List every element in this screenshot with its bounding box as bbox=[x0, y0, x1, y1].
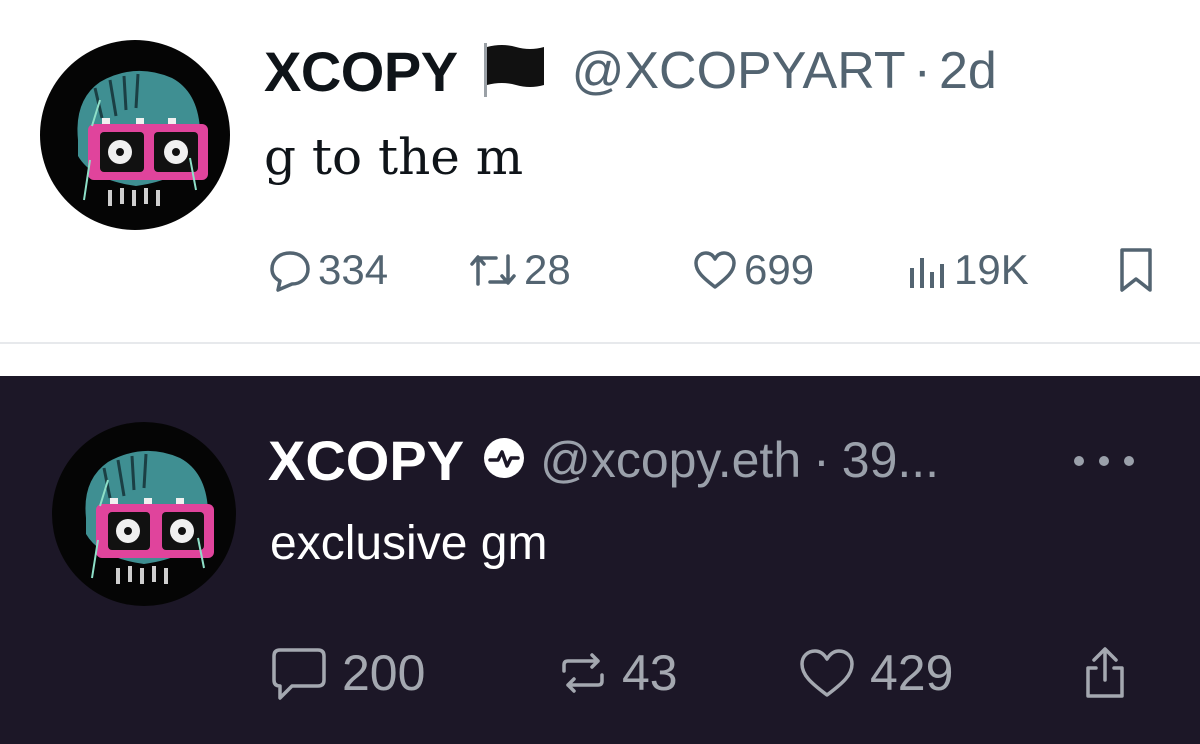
reply-icon bbox=[268, 248, 312, 292]
like-count: 699 bbox=[744, 246, 815, 293]
handle[interactable]: @XCOPYART bbox=[572, 41, 906, 101]
like-button[interactable]: 429 bbox=[798, 638, 953, 708]
reply-icon bbox=[270, 644, 328, 702]
timestamp[interactable]: 2d bbox=[939, 41, 997, 101]
timestamp[interactable]: 39... bbox=[842, 431, 939, 489]
repost-count: 43 bbox=[622, 645, 678, 701]
repost-button[interactable]: 28 bbox=[468, 240, 571, 300]
heart-icon bbox=[798, 647, 856, 699]
verified-pulse-badge-icon bbox=[482, 436, 526, 485]
views-count: 19K bbox=[954, 246, 1029, 293]
bookmark-button[interactable] bbox=[1116, 240, 1156, 300]
heart-icon bbox=[692, 249, 738, 291]
like-button[interactable]: 699 bbox=[692, 240, 814, 300]
post-light: XCOPY @XCOPYART · 2d g to the m 334 28 6… bbox=[0, 0, 1200, 344]
reply-button[interactable]: 200 bbox=[270, 638, 425, 708]
spacer bbox=[0, 344, 1200, 376]
share-icon bbox=[1080, 644, 1130, 702]
display-name[interactable]: XCOPY bbox=[268, 428, 464, 493]
black-flag-icon bbox=[482, 41, 546, 102]
display-name[interactable]: XCOPY bbox=[264, 39, 458, 104]
handle[interactable]: @xcopy.eth bbox=[540, 431, 801, 489]
avatar[interactable] bbox=[52, 422, 236, 606]
post-dark: XCOPY @xcopy.eth · 39... exclusive gm 20… bbox=[0, 376, 1200, 744]
action-bar: 200 43 429 bbox=[270, 638, 1170, 708]
post-text: g to the m bbox=[264, 128, 524, 186]
analytics-icon bbox=[904, 248, 948, 292]
reply-count: 334 bbox=[318, 246, 389, 293]
post-header: XCOPY @XCOPYART · 2d bbox=[264, 38, 997, 104]
more-options-icon[interactable] bbox=[1074, 446, 1134, 476]
separator: · bbox=[813, 432, 830, 488]
post-header: XCOPY @xcopy.eth · 39... bbox=[268, 428, 939, 492]
repost-icon bbox=[558, 651, 608, 695]
separator: · bbox=[913, 42, 931, 100]
share-button[interactable] bbox=[1080, 638, 1130, 708]
repost-count: 28 bbox=[524, 246, 571, 293]
reply-button[interactable]: 334 bbox=[268, 240, 388, 300]
views-button[interactable]: 19K bbox=[904, 240, 1029, 300]
repost-icon bbox=[468, 248, 518, 292]
bookmark-icon bbox=[1116, 246, 1156, 294]
post-text: exclusive gm bbox=[270, 517, 548, 570]
avatar[interactable] bbox=[40, 40, 230, 230]
reply-count: 200 bbox=[342, 645, 426, 701]
repost-button[interactable]: 43 bbox=[558, 638, 678, 708]
like-count: 429 bbox=[870, 645, 954, 701]
action-bar: 334 28 699 19K bbox=[268, 240, 1168, 300]
